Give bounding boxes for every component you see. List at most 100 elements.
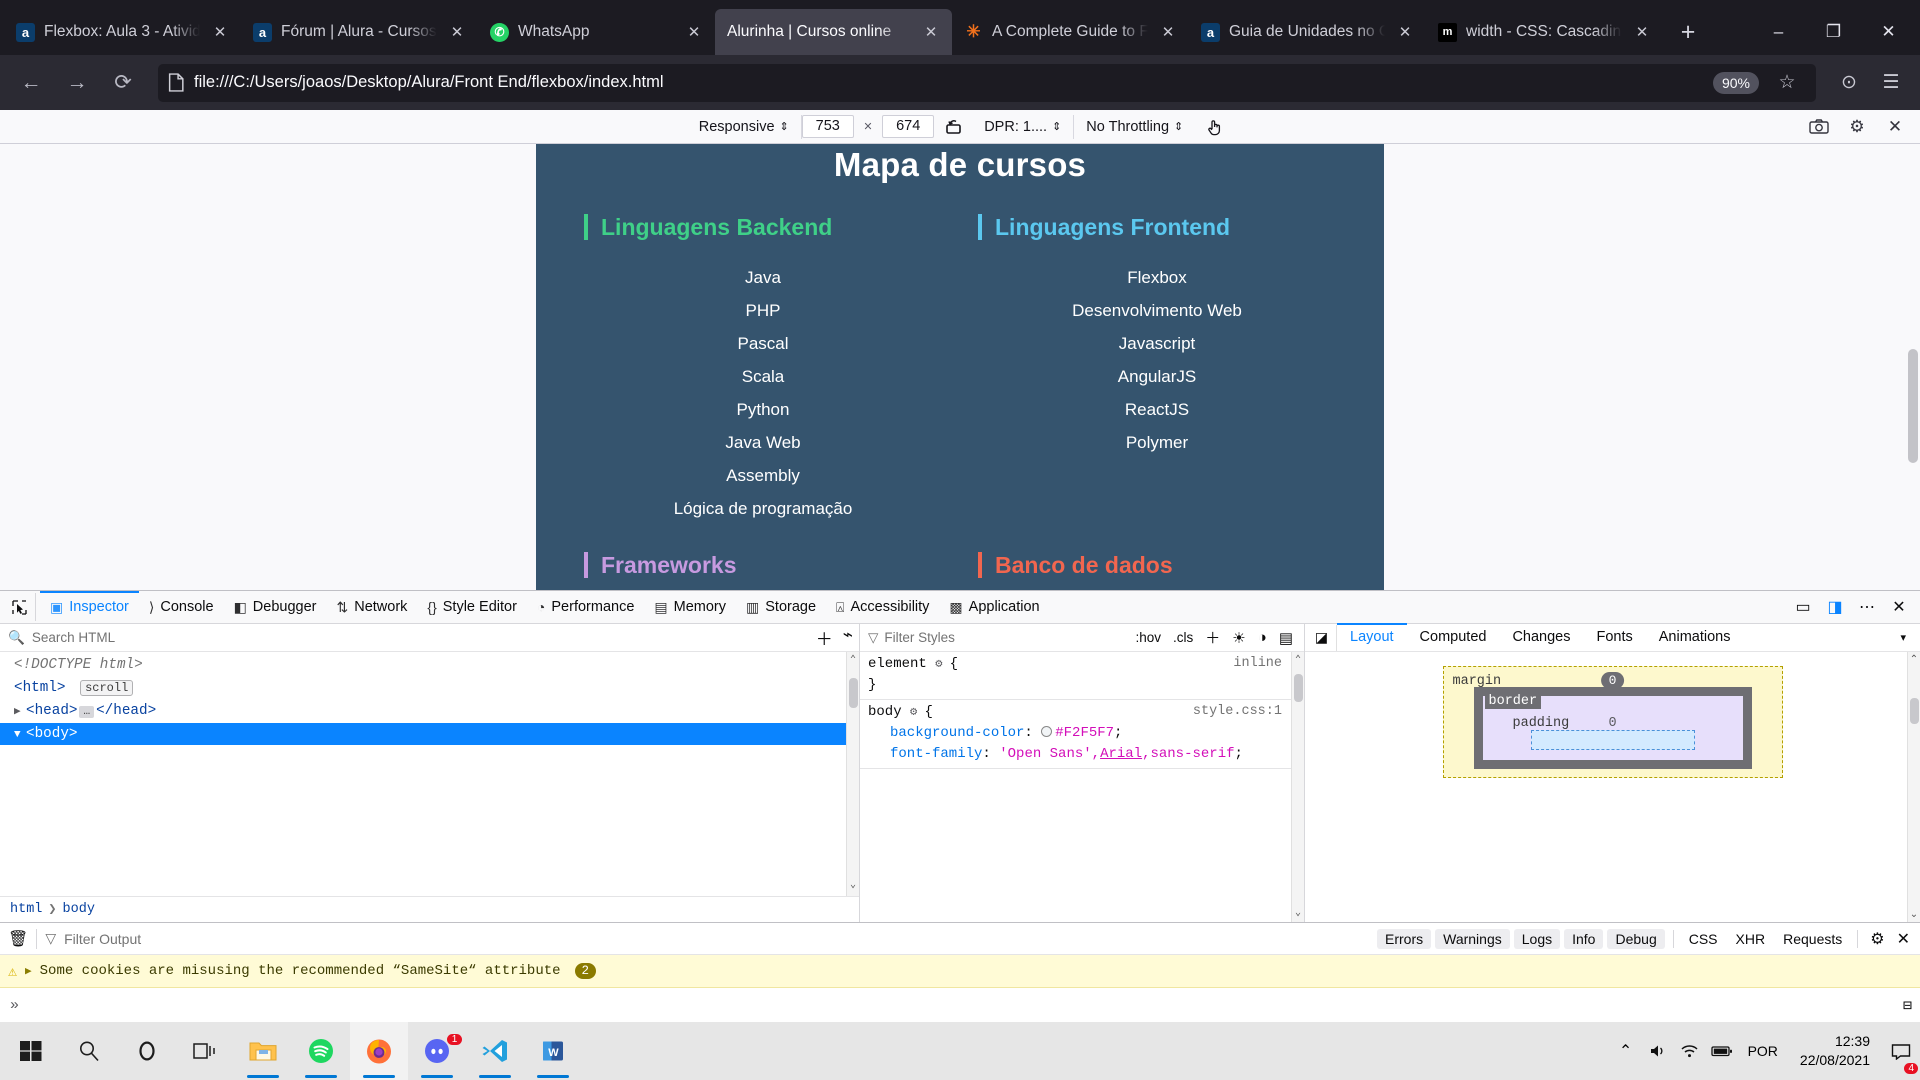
browser-tab[interactable]: a Guia de Unidades no CSS ✕ [1189,9,1426,55]
browser-tab[interactable]: a Fórum | Alura - Cursos online ✕ [241,9,478,55]
markup-row-body[interactable]: ▼ <body> [0,722,859,746]
tab-animations[interactable]: Animations [1646,624,1744,651]
light-color-scheme-icon[interactable]: ☀ [1229,629,1248,647]
filter-errors-button[interactable]: Errors [1377,928,1432,949]
add-rule-icon[interactable]: ＋ [1202,627,1223,648]
tab-style-editor[interactable]: {} Style Editor [417,591,527,623]
filter-xhr-button[interactable]: XHR [1729,929,1773,949]
classes-button[interactable]: .cls [1170,630,1196,645]
filter-styles-input[interactable]: Filter Styles [884,630,1126,645]
responsive-design-mode-icon[interactable]: ▭ [1788,593,1818,621]
touch-simulation-icon[interactable] [1195,114,1233,140]
expand-twisty-icon[interactable]: ▶ [14,704,26,720]
new-tab-button[interactable]: + [1669,13,1707,51]
minimize-button[interactable]: – [1751,9,1806,55]
css-rule-body[interactable]: body ⚙ { style.css:1 background-color: #… [860,700,1304,769]
tab-close-icon[interactable]: ✕ [920,21,942,43]
more-options-icon[interactable]: ⋯ [1852,593,1882,621]
css-property[interactable]: font-family [890,746,982,762]
css-property[interactable]: background-color [890,725,1024,741]
filter-debug-button[interactable]: Debug [1607,928,1665,949]
console-input[interactable]: » ⊟ [0,988,1920,1022]
rules-scrollbar[interactable]: ⌃ ⌄ [1291,652,1304,922]
box-model-padding-value[interactable]: 0 [1608,716,1616,731]
dpr-selector[interactable]: DPR: 1.... ⇕ [972,114,1075,139]
expand-twisty-icon[interactable]: ▶ [25,964,32,978]
throttling-selector[interactable]: No Throttling ⇕ [1074,115,1195,139]
tab-inspector[interactable]: ▣ Inspector [40,591,139,623]
discord-button[interactable]: 1 [408,1022,466,1080]
css-declaration[interactable]: background-color: #F2F5F7; [868,723,1296,744]
back-button[interactable]: ← [10,62,52,104]
tab-storage[interactable]: ▥ Storage [736,591,826,623]
rule-source[interactable]: inline [1233,654,1282,674]
rule-gear-icon[interactable]: ⚙ [935,657,949,671]
address-bar[interactable]: file:///C:/Users/joaos/Desktop/Alura/Fro… [158,63,1816,102]
layout-scrollbar[interactable]: ⌃ ⌄ [1907,652,1920,922]
close-console-icon[interactable]: ✕ [1893,929,1914,949]
firefox-button[interactable] [350,1022,408,1080]
split-console-icon[interactable]: ⊟ [1903,996,1912,1015]
print-media-icon[interactable]: ▤ [1276,629,1296,647]
markup-row-doctype[interactable]: <!DOCTYPE html> [0,654,859,677]
cortana-button[interactable] [118,1022,176,1080]
close-devtools-icon[interactable]: ✕ [1884,593,1914,621]
search-html-input[interactable]: Search HTML [32,630,115,645]
collapsed-content-icon[interactable]: … [79,705,95,718]
language-indicator[interactable]: POR [1738,1043,1788,1059]
tab-network[interactable]: ⇅ Network [326,591,417,623]
browser-tab[interactable]: m width - CSS: Cascading Style Sheets ✕ [1426,9,1663,55]
eyedropper-icon[interactable]: ⌁ [843,625,853,650]
dark-color-scheme-icon[interactable]: ◑ [1255,629,1270,646]
zoom-level-badge[interactable]: 90% [1712,71,1759,94]
filter-output-input[interactable]: Filter Output [64,931,141,947]
spotify-button[interactable] [292,1022,350,1080]
clock[interactable]: 12:39 22/08/2021 [1788,1022,1882,1080]
tab-console[interactable]: ⟩ Console [139,591,224,623]
viewport-width-input[interactable]: 753 [801,115,854,138]
tab-computed[interactable]: Computed [1407,624,1500,651]
word-button[interactable]: W [524,1022,582,1080]
bookmark-star-icon[interactable]: ☆ [1768,64,1806,102]
rotate-viewport-icon[interactable] [934,114,972,140]
notifications-icon[interactable]: 4 [1882,1022,1920,1080]
viewport-scrollbar[interactable] [1908,148,1918,586]
markup-row-head[interactable]: ▶ <head>… </head> [0,700,859,723]
filter-info-button[interactable]: Info [1564,928,1604,949]
tab-application[interactable]: ▩ Application [939,591,1049,623]
filter-css-button[interactable]: CSS [1682,929,1725,949]
close-icon[interactable]: ✕ [1878,114,1912,140]
collapse-twisty-icon[interactable]: ▼ [14,727,26,743]
browser-tab[interactable]: ✆ WhatsApp ✕ [478,9,715,55]
tab-close-icon[interactable]: ✕ [446,21,468,43]
hover-states-button[interactable]: :hov [1133,630,1165,645]
tab-close-icon[interactable]: ✕ [683,21,705,43]
markup-scrollbar[interactable]: ⌃ ⌄ [846,652,859,896]
markup-row-html[interactable]: <html> scroll [0,677,859,700]
tab-close-icon[interactable]: ✕ [209,21,231,43]
tab-close-icon[interactable]: ✕ [1394,21,1416,43]
rule-gear-icon[interactable]: ⚙ [910,705,924,719]
browser-tab[interactable]: a Flexbox: Aula 3 - Atividade 5 Alura ✕ [4,9,241,55]
filter-warnings-button[interactable]: Warnings [1435,928,1510,949]
tab-performance[interactable]: ◔ Performance [527,591,644,623]
maximize-button[interactable]: ❐ [1806,9,1861,55]
tab-memory[interactable]: ▤ Memory [644,591,736,623]
console-settings-icon[interactable]: ⚙ [1866,929,1888,949]
viewport-height-input[interactable]: 674 [882,115,935,138]
device-selector[interactable]: Responsive ⇕ [687,114,802,139]
file-explorer-button[interactable] [234,1022,292,1080]
clear-console-icon[interactable]: 🗑 [8,928,38,949]
rule-selector[interactable]: element [868,656,927,672]
task-view-button[interactable] [176,1022,234,1080]
color-swatch[interactable] [1041,726,1053,737]
breadcrumb-item-html[interactable]: html [10,902,42,917]
console-message-warning[interactable]: ⚠ ▶ Some cookies are misusing the recomm… [0,955,1920,988]
css-rule-element[interactable]: element ⚙ { inline } [860,652,1304,700]
tab-changes[interactable]: Changes [1499,624,1583,651]
rule-source[interactable]: style.css:1 [1193,702,1282,722]
vscode-button[interactable] [466,1022,524,1080]
pane-toggle-icon[interactable]: ◪ [1307,624,1337,651]
filter-logs-button[interactable]: Logs [1513,928,1561,949]
element-picker-icon[interactable] [4,593,36,621]
